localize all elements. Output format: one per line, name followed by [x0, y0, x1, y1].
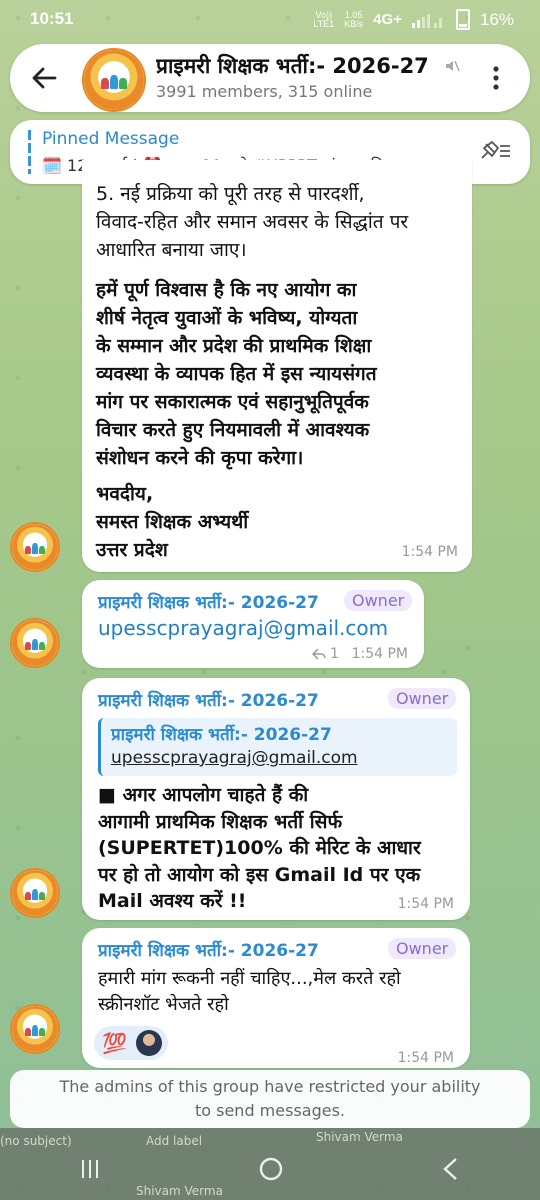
network-type: 4G+	[373, 11, 402, 28]
quoted-sender: प्राइमरी शिक्षक भर्ती:- 2026-27	[111, 725, 332, 745]
volte-indicator: Vo)) LTE1	[313, 9, 335, 29]
reply-count-icon[interactable]	[312, 648, 326, 660]
message-text: 5. नई प्रक्रिया को पूरी तरह से पारदर्शी,…	[96, 183, 409, 261]
member-count: 3991 members, 315 online	[156, 82, 373, 101]
kebab-menu-icon	[493, 66, 499, 90]
chat-header[interactable]: प्राइमरी शिक्षक भर्ती:- 2026-27 3991 mem…	[10, 44, 530, 112]
arrow-left-icon	[32, 67, 57, 89]
owner-badge: Owner	[344, 590, 413, 611]
message-bubble-1[interactable]: 5. नई प्रक्रिया को पूरी तरह से पारदर्शी,…	[82, 160, 472, 572]
back-nav-icon[interactable]	[440, 1157, 462, 1181]
chat-title[interactable]: प्राइमरी शिक्षक भर्ती:- 2026-27	[156, 52, 456, 80]
sender-name[interactable]: प्राइमरी शिक्षक भर्ती:- 2026-27	[98, 590, 319, 613]
sender-avatar[interactable]	[10, 1004, 60, 1054]
reaction-chip[interactable]: 💯	[94, 1026, 168, 1060]
message-text: हमें पूर्ण विश्वास है कि नए आयोग का शीर्…	[96, 279, 377, 469]
message-text: ■ अगर आपलोग चाहते हैं की आगामी प्राथमिक …	[98, 784, 421, 912]
owner-badge: Owner	[388, 688, 457, 709]
email-link[interactable]: upesscprayagraj@gmail.com	[98, 616, 388, 640]
sender-avatar[interactable]	[10, 618, 60, 668]
message-bubble-4[interactable]: प्राइमरी शिक्षक भर्ती:- 2026-27 Owner हम…	[82, 928, 470, 1068]
battery-icon	[455, 9, 470, 30]
quoted-text: upesscprayagraj@gmail.com	[111, 748, 358, 768]
home-icon[interactable]	[258, 1156, 284, 1182]
message-time: 1:54 PM	[401, 544, 458, 560]
pin-list-icon[interactable]	[478, 138, 512, 164]
restricted-text: The admins of this group have restricted…	[59, 1077, 481, 1120]
status-icons: Vo)) LTE1 1.05 KB/s 4G+ 16%	[313, 9, 514, 30]
message-time: 1:54 PM	[397, 1050, 454, 1066]
status-bar: 10:51 Vo)) LTE1 1.05 KB/s 4G+ 16%	[0, 0, 540, 40]
battery-level: 16%	[479, 9, 514, 29]
signal-icon	[411, 13, 442, 28]
back-button[interactable]	[24, 58, 64, 98]
reactor-avatar[interactable]	[136, 1030, 162, 1056]
sender-name[interactable]: प्राइमरी शिक्षक भर्ती:- 2026-27	[98, 938, 319, 961]
status-time: 10:51	[30, 9, 74, 28]
sender-avatar[interactable]	[10, 868, 60, 918]
more-options-button[interactable]	[476, 58, 516, 98]
pinned-indicator	[28, 130, 31, 174]
group-avatar[interactable]	[82, 48, 146, 112]
restricted-notice: The admins of this group have restricted…	[10, 1070, 530, 1128]
mute-icon	[446, 60, 460, 72]
quoted-reply[interactable]: प्राइमरी शिक्षक भर्ती:- 2026-27 upesscpr…	[98, 718, 457, 776]
pinned-title: Pinned Message	[42, 129, 180, 149]
reply-count[interactable]: 1	[330, 646, 339, 662]
sender-avatar[interactable]	[10, 522, 60, 572]
message-time: 1:54 PM	[351, 646, 408, 662]
message-bubble-2[interactable]: प्राइमरी शिक्षक भर्ती:- 2026-27 Owner up…	[82, 580, 424, 668]
recents-icon[interactable]	[78, 1157, 102, 1181]
message-text: हमारी मांग रूकनी नहीं चाहिए...,मेल करते …	[98, 968, 401, 1015]
network-speed: 1.05 KB/s	[344, 9, 364, 29]
message-bubble-3[interactable]: प्राइमरी शिक्षक भर्ती:- 2026-27 Owner प्…	[82, 678, 470, 920]
message-signature: भवदीय, समस्त शिक्षक अभ्यर्थी उत्तर प्रदे…	[96, 483, 249, 561]
reaction-emoji: 💯	[102, 1031, 127, 1055]
message-time: 1:54 PM	[397, 896, 454, 912]
sender-name[interactable]: प्राइमरी शिक्षक भर्ती:- 2026-27	[98, 688, 319, 711]
system-nav-bar	[0, 1138, 540, 1200]
owner-badge: Owner	[388, 938, 457, 959]
